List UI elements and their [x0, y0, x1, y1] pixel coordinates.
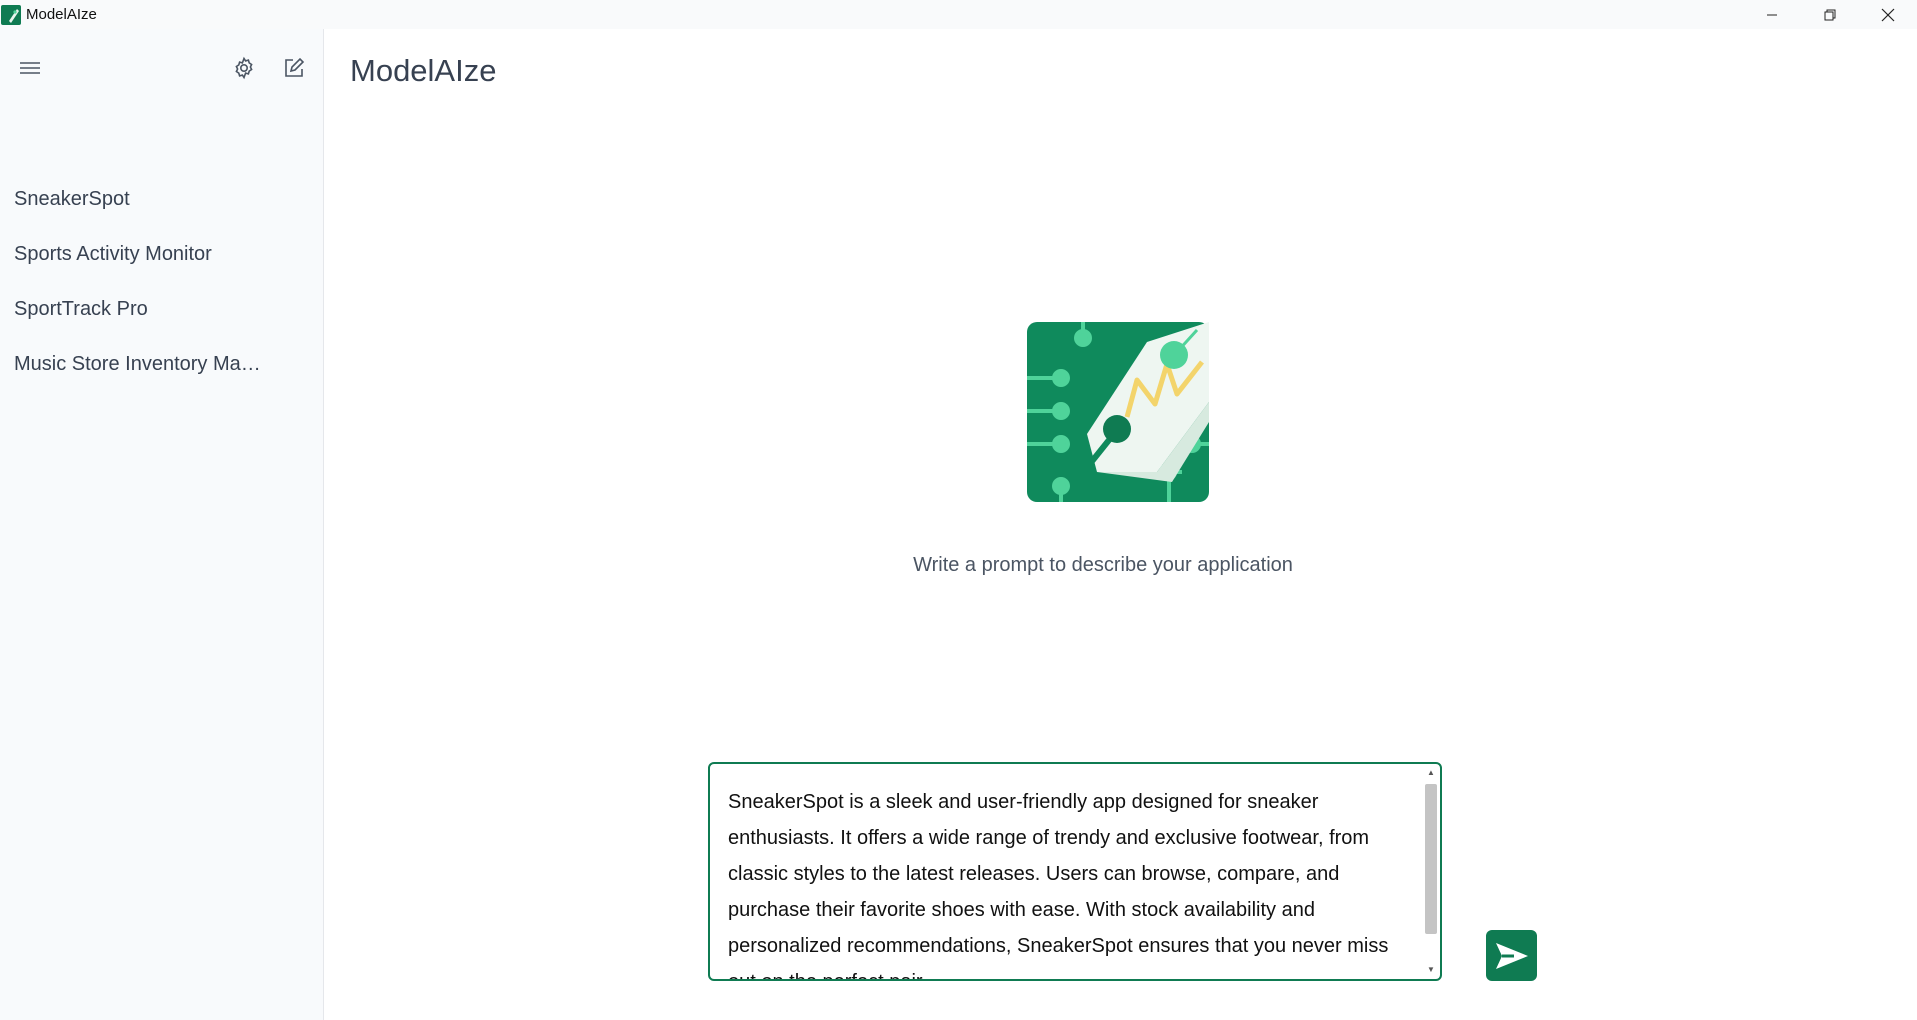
sidebar-item-sneakerspot[interactable]: SneakerSpot: [0, 172, 270, 227]
window-controls: [1743, 0, 1917, 29]
prompt-input[interactable]: SneakerSpot is a sleek and user-friendly…: [708, 762, 1442, 981]
sidebar-item-sports-activity-monitor[interactable]: Sports Activity Monitor: [0, 227, 270, 282]
settings-button[interactable]: [229, 53, 259, 83]
scroll-thumb[interactable]: [1425, 784, 1437, 934]
hamburger-menu-icon: [20, 62, 40, 74]
new-project-button[interactable]: [279, 53, 309, 83]
send-arrow-icon: [1495, 942, 1528, 969]
window-title: ModelAIze: [26, 6, 97, 23]
edit-icon: [285, 57, 305, 77]
scroll-up-icon[interactable]: ▲: [1425, 768, 1437, 778]
menu-button[interactable]: [15, 53, 45, 83]
sidebar-item-sporttrack-pro[interactable]: SportTrack Pro: [0, 282, 270, 337]
project-list: SneakerSpot Sports Activity Monitor Spor…: [0, 172, 324, 392]
title-bar: ModelAIze: [0, 0, 1917, 29]
send-button[interactable]: [1486, 930, 1537, 981]
gear-icon: [235, 56, 253, 80]
prompt-text-value[interactable]: SneakerSpot is a sleek and user-friendly…: [728, 784, 1418, 979]
prompt-scrollbar[interactable]: ▲ ▼: [1422, 766, 1438, 977]
close-button[interactable]: [1859, 0, 1917, 29]
restore-icon: [1824, 9, 1836, 20]
main-panel: ModelAIze Write a prompt to describe you…: [325, 29, 1917, 1020]
close-icon: [1881, 8, 1895, 21]
prompt-hint-text: Write a prompt to describe your applicat…: [913, 554, 1293, 576]
sidebar: SneakerSpot Sports Activity Monitor Spor…: [0, 29, 324, 1020]
minimize-icon: [1767, 14, 1777, 15]
modelaize-logo-icon: [1027, 322, 1209, 502]
app-logo-icon: [1, 4, 21, 25]
sidebar-item-music-store-inventory[interactable]: Music Store Inventory Management: [0, 337, 270, 392]
scroll-down-icon[interactable]: ▼: [1425, 965, 1437, 975]
restore-button[interactable]: [1801, 0, 1859, 29]
minimize-button[interactable]: [1743, 0, 1801, 29]
page-title: ModelAIze: [350, 53, 497, 88]
